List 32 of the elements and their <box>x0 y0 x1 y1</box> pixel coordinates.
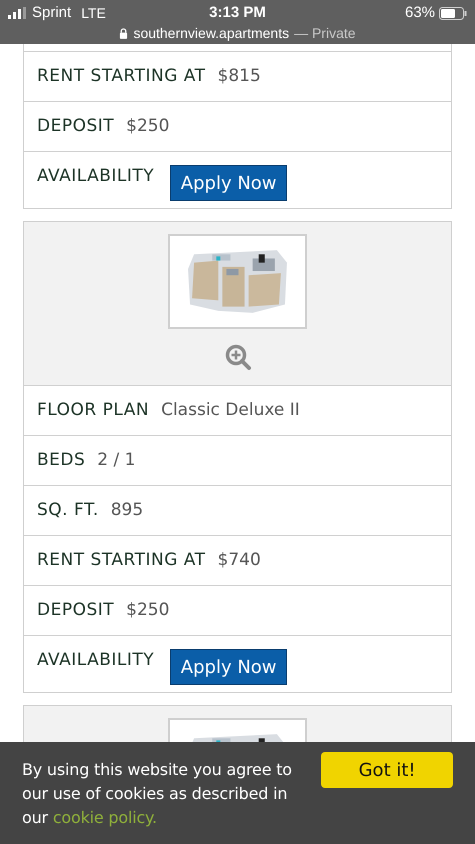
field-label: RENT STARTING AT <box>37 64 206 88</box>
field-label: DEPOSIT <box>37 114 114 138</box>
signal-icon <box>8 7 26 19</box>
field-label: BEDS <box>37 448 86 472</box>
field-label: FLOOR PLAN <box>37 398 150 422</box>
page-url: southernview.apartments <box>133 24 290 43</box>
field-label: SQ. FT. <box>37 498 99 522</box>
battery-percent: 63% <box>404 2 436 23</box>
field-label: AVAILABILITY <box>37 165 154 188</box>
field-label: RENT STARTING AT <box>37 548 206 572</box>
thumbnail-frame[interactable] <box>168 234 307 329</box>
apply-now-button[interactable]: Apply Now <box>170 165 288 201</box>
field-value: $250 <box>126 114 170 138</box>
carrier-name: Sprint <box>32 2 72 23</box>
field-value: $815 <box>218 64 261 88</box>
field-label: AVAILABILITY <box>37 649 154 672</box>
field-value: $250 <box>126 598 170 622</box>
network-type: LTE <box>81 4 106 22</box>
field-value: 2 / 1 <box>97 448 136 472</box>
battery-icon <box>439 6 468 20</box>
field-value: $740 <box>218 548 261 572</box>
apply-now-button[interactable]: Apply Now <box>170 649 288 685</box>
cookie-policy-link[interactable]: cookie policy. <box>52 808 157 827</box>
cookie-notice: By using this website you agree to our use of cookies as described in our cookie policy. <box>22 759 293 829</box>
zoom-in-icon[interactable] <box>224 343 252 371</box>
clock-time: 3:13 PM <box>209 2 266 23</box>
field-value: 895 <box>110 498 144 522</box>
lock-icon <box>119 28 128 38</box>
field-value: Classic Deluxe II <box>161 398 300 422</box>
got-it-button[interactable]: Got it! <box>321 752 453 788</box>
field-label: DEPOSIT <box>37 598 114 622</box>
private-label: — Private <box>294 24 356 42</box>
